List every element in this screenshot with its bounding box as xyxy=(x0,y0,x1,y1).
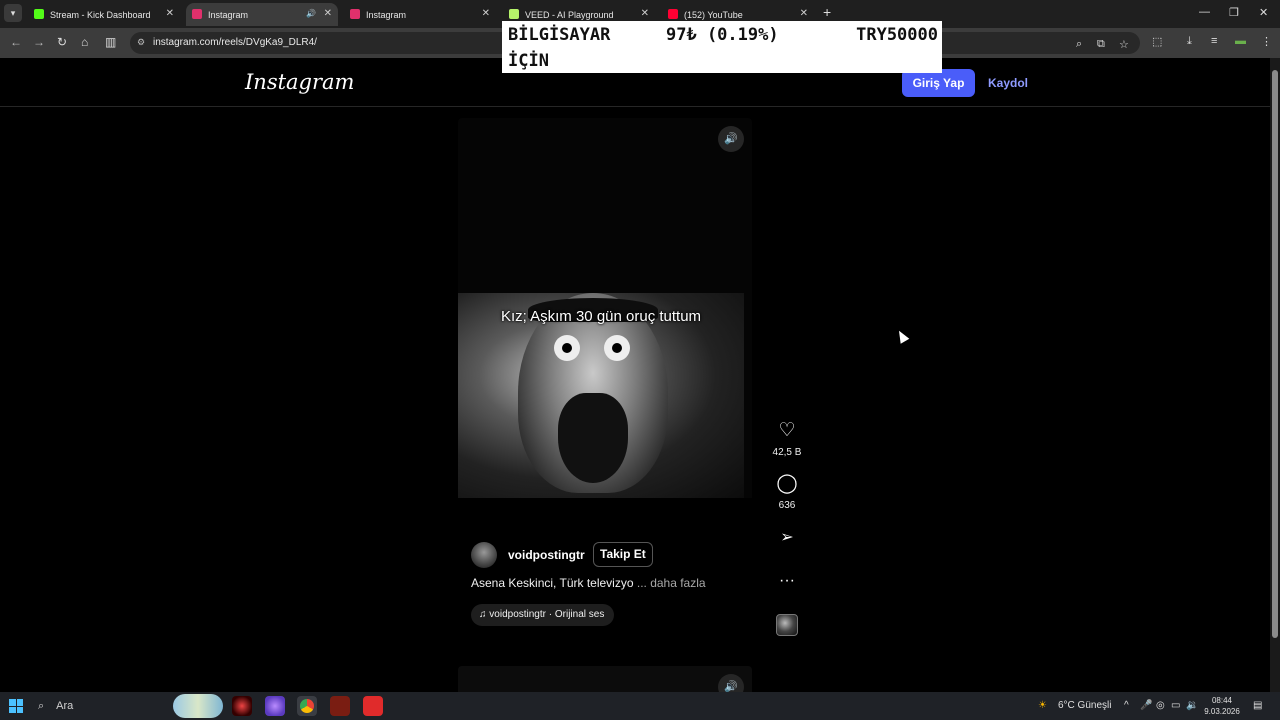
volume-icon[interactable]: 🔉 xyxy=(1186,700,1198,711)
like-count: 42,5 B xyxy=(772,447,802,458)
zoom-icon[interactable]: ⌕ xyxy=(1076,38,1082,51)
download-icon[interactable]: ⤓ xyxy=(1187,35,1192,48)
audio-thumbnail[interactable] xyxy=(776,614,798,636)
scrollbar-thumb[interactable] xyxy=(1272,70,1278,638)
login-button[interactable]: Giriş Yap xyxy=(902,69,975,97)
tab-search-button[interactable]: ▾ xyxy=(4,4,22,22)
audio-label: voidpostingtr · Orijinal ses xyxy=(489,609,605,620)
share-send-icon[interactable]: ➢ xyxy=(776,527,798,549)
tab-title: VEED - AI Playground xyxy=(525,10,614,20)
tab-title: (152) YouTube xyxy=(684,10,743,20)
mouse-cursor-icon xyxy=(894,328,910,344)
reload-icon[interactable]: ↻ xyxy=(57,35,67,49)
clock-time: 08:44 xyxy=(1211,696,1233,705)
search-highlight-image[interactable] xyxy=(173,694,223,718)
avatar[interactable] xyxy=(471,542,497,568)
instagram-icon xyxy=(350,9,360,19)
reel-description: Asena Keskinci, Türk televizyo ... daha … xyxy=(471,576,706,590)
notifications-icon[interactable]: ▤ xyxy=(1253,700,1262,711)
stream-overlay-ticker: BİLGİSAYAR İÇİN 97₺ (0.19%) TRY50000 xyxy=(502,21,942,73)
description-text: Asena Keskinci, Türk televizyo xyxy=(471,576,634,590)
close-tab-icon[interactable]: ✕ xyxy=(641,8,649,19)
close-tab-icon[interactable]: ✕ xyxy=(482,8,490,19)
forward-icon[interactable]: → xyxy=(33,35,45,49)
author-row: voidpostingtr Takip Et xyxy=(471,542,751,568)
windows-start-icon[interactable] xyxy=(9,699,23,713)
tab-instagram-active[interactable]: Instagram 🔊 ✕ xyxy=(186,3,338,26)
extensions-icon[interactable]: ⬚ xyxy=(1152,35,1162,48)
veed-icon xyxy=(509,9,519,19)
instagram-logo[interactable]: Instagram xyxy=(245,70,354,94)
kick-icon xyxy=(34,9,44,19)
video-caption: Kız; Aşkım 30 gün oruç tuttum xyxy=(500,308,702,325)
profile-avatar[interactable]: ▬ xyxy=(1235,35,1246,47)
tab-kick[interactable]: Stream - Kick Dashboard ✕ xyxy=(28,3,180,26)
close-tab-icon[interactable]: ✕ xyxy=(166,8,174,19)
back-icon[interactable]: ← xyxy=(10,35,22,49)
taskbar-search[interactable]: ⌕ Ara xyxy=(32,695,172,717)
app-icon-red-circle[interactable] xyxy=(232,696,252,716)
menu-kebab-icon[interactable]: ⋮ xyxy=(1261,35,1272,48)
instagram-page: Instagram Giriş Yap Kaydol Kız; Aşkım 30… xyxy=(0,58,1270,692)
more-options-icon[interactable]: ··· xyxy=(776,570,798,592)
next-reel-card[interactable]: 🔊 xyxy=(458,666,752,692)
search-placeholder: Ara xyxy=(56,700,74,712)
camera-icon[interactable]: ◎ xyxy=(1156,700,1165,711)
minimize-icon[interactable]: — xyxy=(1199,6,1210,18)
tray-overflow-icon[interactable]: ^ xyxy=(1124,700,1129,711)
sound-toggle-icon[interactable]: 🔊 xyxy=(718,126,744,152)
weather-icon[interactable]: ☀ xyxy=(1038,700,1047,711)
weather-text[interactable]: 6°C Güneşli xyxy=(1058,700,1111,711)
microphone-icon[interactable]: 🎤 xyxy=(1140,700,1152,711)
discord-icon[interactable] xyxy=(265,696,285,716)
overlay-price: 97₺ (0.19%) xyxy=(666,25,779,45)
close-window-icon[interactable]: ✕ xyxy=(1259,6,1268,19)
app-icon-red[interactable] xyxy=(363,696,383,716)
music-note-icon: ♫ xyxy=(479,609,487,620)
split-view-icon[interactable]: ▥ xyxy=(105,35,116,49)
speaker-icon[interactable]: 🔊 xyxy=(306,9,316,18)
install-app-icon[interactable]: ⧉ xyxy=(1097,38,1105,51)
clock-date: 9.03.2026 xyxy=(1204,707,1240,716)
audio-pill[interactable]: ♫ voidpostingtr · Orijinal ses xyxy=(471,604,615,626)
follow-button[interactable]: Takip Et xyxy=(593,542,653,567)
home-icon[interactable]: ⌂ xyxy=(81,35,88,49)
reel-card: Kız; Aşkım 30 gün oruç tuttum 🔊 voidpost… xyxy=(458,118,752,639)
app-icon-dark-red[interactable] xyxy=(330,696,350,716)
overlay-title-line2: İÇİN xyxy=(508,51,549,71)
reel-video[interactable]: Kız; Aşkım 30 gün oruç tuttum 🔊 xyxy=(458,118,752,498)
tab-title: Instagram xyxy=(208,10,249,20)
signup-link[interactable]: Kaydol xyxy=(988,76,1028,90)
media-control-icon[interactable]: ≡ xyxy=(1211,35,1217,47)
overlay-target: TRY50000 xyxy=(856,25,938,45)
chrome-icon[interactable] xyxy=(297,696,317,716)
overlay-title-line1: BİLGİSAYAR xyxy=(508,25,611,45)
more-link[interactable]: ... daha fazla xyxy=(637,576,706,590)
instagram-icon xyxy=(192,9,202,19)
new-tab-button[interactable]: + xyxy=(823,4,831,20)
page-scrollbar[interactable] xyxy=(1270,58,1280,692)
url-text[interactable]: instagram.com/reels/DVgKa9_DLR4/ xyxy=(153,37,317,48)
like-heart-icon[interactable]: ♡ xyxy=(776,420,798,442)
site-info-icon[interactable]: ⚙ xyxy=(137,37,145,48)
close-tab-icon[interactable]: ✕ xyxy=(800,8,808,19)
search-icon: ⌕ xyxy=(38,700,45,712)
comment-bubble-icon[interactable]: ◯ xyxy=(776,473,798,495)
tab-title: Stream - Kick Dashboard xyxy=(50,10,151,20)
sound-toggle-icon[interactable]: 🔊 xyxy=(718,674,744,692)
tab-title: Instagram xyxy=(366,10,407,20)
windows-taskbar: ⌕ Ara ☀ 6°C Güneşli ^ 🎤 ◎ ▭ 🔉 08:44 9.03.… xyxy=(0,692,1280,720)
comment-count: 636 xyxy=(778,500,796,511)
tab-instagram[interactable]: Instagram ✕ xyxy=(344,3,496,26)
network-icon[interactable]: ▭ xyxy=(1171,700,1180,711)
system-clock[interactable]: 08:44 9.03.2026 xyxy=(1202,695,1242,717)
restore-icon[interactable]: ❐ xyxy=(1229,6,1239,19)
youtube-icon xyxy=(668,9,678,19)
username-link[interactable]: voidpostingtr xyxy=(508,548,585,562)
close-tab-icon[interactable]: ✕ xyxy=(324,8,332,19)
bookmark-star-icon[interactable]: ☆ xyxy=(1119,38,1129,51)
